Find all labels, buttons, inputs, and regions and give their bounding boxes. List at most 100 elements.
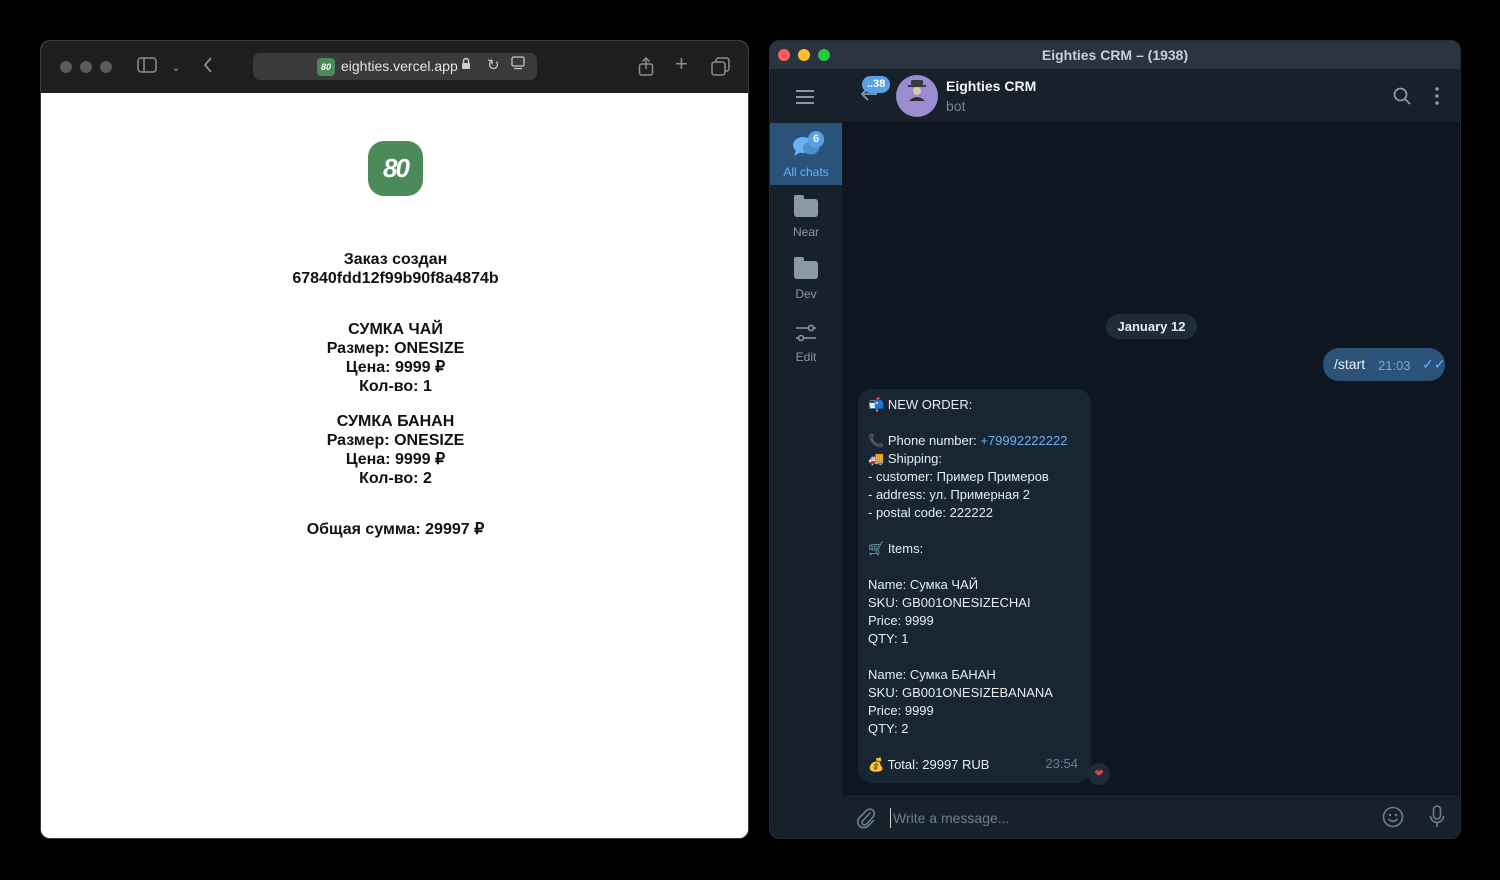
message-line-text: Name: Сумка ЧАЙ bbox=[868, 577, 979, 592]
message-line: SKU: GB001ONESIZECHAI bbox=[868, 594, 1081, 612]
url-text: eighties.vercel.app bbox=[341, 58, 458, 74]
emoji-glyph: 🚚 bbox=[868, 451, 888, 466]
close-window-button[interactable] bbox=[778, 49, 790, 61]
more-menu-icon[interactable] bbox=[1435, 87, 1439, 110]
sidebar-icon[interactable] bbox=[137, 57, 157, 78]
folder-dev[interactable]: Dev bbox=[770, 257, 842, 311]
microphone-icon[interactable] bbox=[1429, 805, 1445, 835]
message-line: 📞 Phone number: +79992222222 bbox=[868, 432, 1081, 450]
avatar[interactable] bbox=[896, 75, 938, 117]
new-tab-icon[interactable]: + bbox=[675, 53, 688, 75]
emoji-icon[interactable] bbox=[1382, 806, 1404, 834]
message-line-text: SKU: GB001ONESIZECHAI bbox=[868, 595, 1031, 610]
unread-badge: 6 bbox=[808, 131, 825, 148]
folder-label: All chats bbox=[783, 165, 829, 179]
item-price: Цена: 9999 ₽ bbox=[345, 359, 446, 376]
order-id: 67840fdd12f99b90f8a4874b bbox=[292, 270, 499, 287]
telegram-window: Eighties CRM – (1938) 6 All chats Near D… bbox=[769, 40, 1461, 839]
menu-icon[interactable] bbox=[794, 89, 816, 110]
unread-count-badge: ..38 bbox=[862, 76, 891, 93]
item-size: Размер: ONESIZE bbox=[326, 432, 465, 449]
order-total: Общая сумма: 29997 ₽ bbox=[306, 521, 485, 538]
tabs-icon[interactable] bbox=[711, 57, 730, 81]
reload-icon[interactable]: ↻ bbox=[487, 56, 500, 74]
close-window-button[interactable] bbox=[60, 61, 72, 73]
message-line: - customer: Пример Примеров bbox=[868, 468, 1081, 486]
minimize-window-button[interactable] bbox=[80, 61, 92, 73]
folder-label: Edit bbox=[795, 350, 817, 364]
attach-icon[interactable] bbox=[856, 807, 876, 835]
eighties-logo: 80 bbox=[368, 141, 423, 196]
emoji-glyph: 💰 bbox=[868, 757, 888, 772]
address-bar[interactable]: 80 eighties.vercel.app ↻ bbox=[253, 53, 537, 80]
lock-icon bbox=[461, 57, 471, 73]
message-composer: Write a message... bbox=[842, 794, 1460, 838]
minimize-window-button[interactable] bbox=[798, 49, 810, 61]
favicon-icon: 80 bbox=[317, 58, 335, 76]
message-line: Name: Сумка БАНАН bbox=[868, 666, 1081, 684]
message-line-text: - address: ул. Примерная 2 bbox=[868, 487, 1030, 502]
chat-name[interactable]: Eighties CRM bbox=[946, 78, 1036, 94]
message-line bbox=[868, 558, 1081, 576]
message-line-text: Name: Сумка БАНАН bbox=[868, 667, 996, 682]
message-line-text: Total: 29997 RUB bbox=[887, 757, 990, 772]
message-line: 🛒 Items: bbox=[868, 540, 1081, 558]
message-time: 21:03 bbox=[1378, 358, 1411, 373]
folder-near[interactable]: Near bbox=[770, 195, 842, 249]
incoming-message[interactable]: 📬 NEW ORDER: 📞 Phone number: +79992222222… bbox=[858, 389, 1091, 783]
item-name: СУМКА ЧАЙ bbox=[348, 321, 443, 338]
message-line-text: Price: 9999 bbox=[868, 613, 934, 628]
zoom-window-button[interactable] bbox=[818, 49, 830, 61]
message-line: Name: Сумка ЧАЙ bbox=[868, 576, 1081, 594]
message-line bbox=[868, 414, 1081, 432]
share-icon[interactable] bbox=[638, 56, 654, 82]
message-input[interactable]: Write a message... bbox=[890, 808, 1370, 828]
folder-icon bbox=[794, 257, 818, 279]
message-line bbox=[868, 738, 1081, 756]
message-line-text: Shipping: bbox=[887, 451, 943, 466]
zoom-window-button[interactable] bbox=[100, 61, 112, 73]
message-line: - postal code: 222222 bbox=[868, 504, 1081, 522]
chat-status: bot bbox=[946, 98, 966, 114]
phone-link[interactable]: +79992222222 bbox=[980, 433, 1067, 448]
message-line: SKU: GB001ONESIZEBANANA bbox=[868, 684, 1081, 702]
folder-all-chats[interactable]: 6 All chats bbox=[770, 123, 842, 185]
chat-header: ..38 Eighties CRM bot bbox=[842, 69, 1460, 123]
item-name: СУМКА БАНАН bbox=[336, 413, 455, 430]
safari-toolbar: ⌄ 80 eighties.vercel.app ↻ + bbox=[41, 41, 748, 93]
message-time: 23:54 bbox=[1045, 756, 1078, 771]
heart-reaction[interactable]: ❤ bbox=[1088, 763, 1110, 785]
order-title: Заказ создан bbox=[343, 251, 448, 268]
folder-label: Near bbox=[792, 225, 819, 239]
message-list[interactable]: January 12 /start 21:03 ✓✓ 📬 NEW ORDER: 📞… bbox=[842, 123, 1460, 794]
back-icon[interactable] bbox=[203, 57, 213, 78]
chevron-down-icon[interactable]: ⌄ bbox=[171, 57, 181, 77]
message-body: 📬 NEW ORDER: 📞 Phone number: +79992222222… bbox=[868, 396, 1081, 774]
message-line-text: QTY: 2 bbox=[868, 721, 909, 736]
message-line bbox=[868, 648, 1081, 666]
message-line: Price: 9999 bbox=[868, 702, 1081, 720]
folder-label: Dev bbox=[795, 287, 817, 301]
outgoing-message[interactable]: /start 21:03 ✓✓ bbox=[1323, 348, 1445, 381]
message-line: - address: ул. Примерная 2 bbox=[868, 486, 1081, 504]
message-line: 🚚 Shipping: bbox=[868, 450, 1081, 468]
message-line-text: - postal code: 222222 bbox=[868, 505, 994, 520]
message-line-text: QTY: 1 bbox=[868, 631, 909, 646]
folders-sidebar: 6 All chats Near Dev Edit bbox=[770, 69, 842, 838]
search-icon[interactable] bbox=[1393, 87, 1411, 110]
message-line: QTY: 2 bbox=[868, 720, 1081, 738]
message-line-text: Price: 9999 bbox=[868, 703, 934, 718]
window-titlebar: Eighties CRM – (1938) bbox=[770, 41, 1460, 69]
message-line-text: NEW ORDER: bbox=[887, 397, 973, 412]
folder-edit[interactable]: Edit bbox=[770, 323, 842, 373]
message-line-text: Items: bbox=[887, 541, 924, 556]
reader-icon[interactable] bbox=[511, 56, 525, 73]
message-line: QTY: 1 bbox=[868, 630, 1081, 648]
item-qty: Кол-во: 2 bbox=[359, 470, 432, 487]
message-text: /start bbox=[1334, 356, 1366, 372]
message-line: Price: 9999 bbox=[868, 612, 1081, 630]
message-line-text: SKU: GB001ONESIZEBANANA bbox=[868, 685, 1053, 700]
window-title: Eighties CRM – (1938) bbox=[1041, 47, 1189, 63]
safari-window: ⌄ 80 eighties.vercel.app ↻ + 80 Заказ со… bbox=[40, 40, 749, 839]
message-line-text: - customer: Пример Примеров bbox=[868, 469, 1049, 484]
